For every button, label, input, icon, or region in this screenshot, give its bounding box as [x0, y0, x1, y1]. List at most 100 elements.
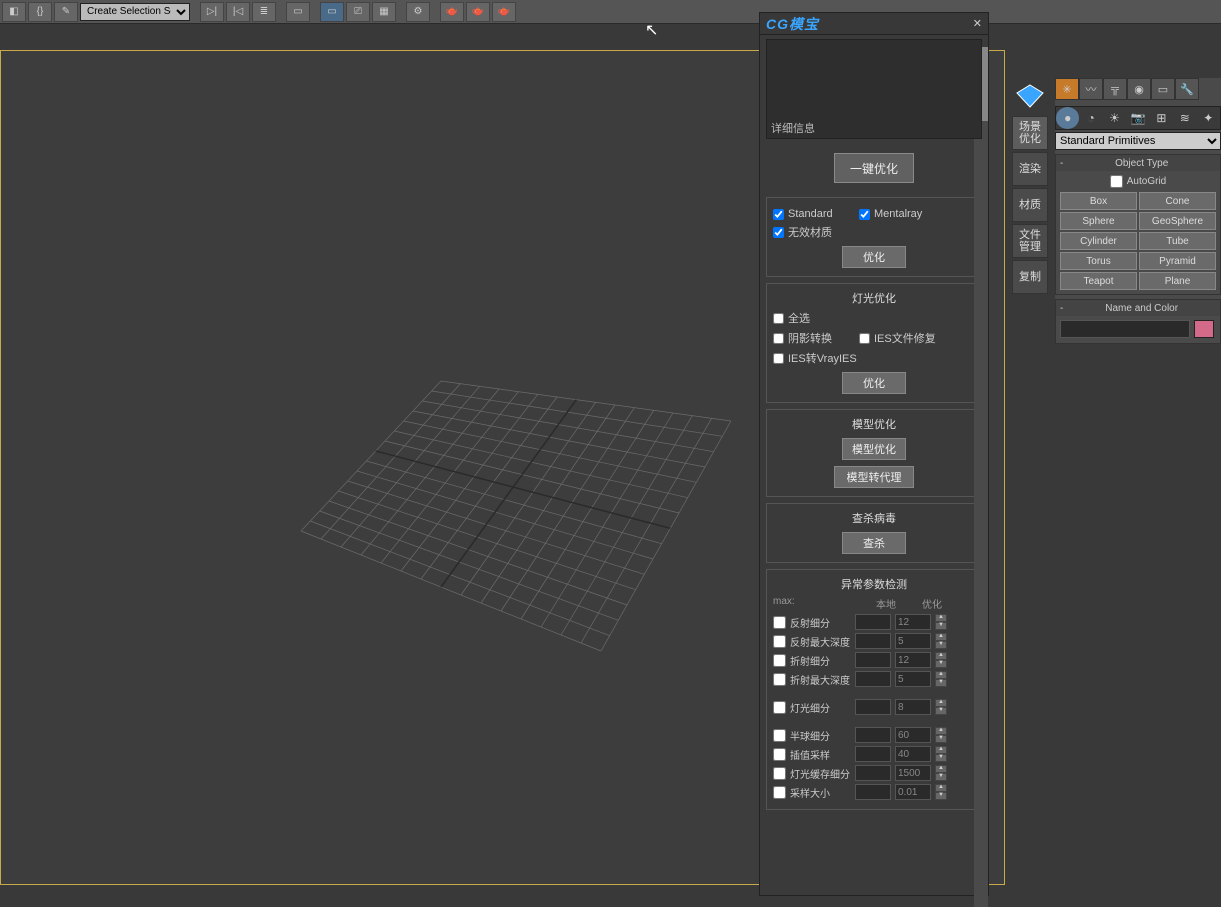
param-checkbox[interactable]: 插值采样 [773, 747, 851, 762]
param-checkbox[interactable]: 半球细分 [773, 728, 851, 743]
panel-titlebar[interactable]: CG模宝 ✕ [760, 13, 988, 35]
utilities-tab[interactable]: 🔧 [1175, 78, 1199, 100]
standard-checkbox[interactable]: Standard [773, 208, 853, 220]
param-checkbox[interactable]: 反射最大深度 [773, 634, 851, 649]
side-tab[interactable]: 复制 [1012, 260, 1048, 294]
display-tab[interactable]: ▭ [1151, 78, 1175, 100]
primitive-button[interactable]: Sphere [1060, 212, 1137, 230]
param-local-input[interactable] [855, 784, 891, 800]
render-setup-icon[interactable]: ⚙ [406, 2, 430, 22]
select-all-checkbox[interactable]: 全选 [773, 310, 853, 326]
param-checkbox[interactable]: 灯光缓存细分 [773, 766, 851, 781]
shapes-sub-icon[interactable]: ◔ [1079, 107, 1102, 129]
param-local-input[interactable] [855, 652, 891, 668]
spinner[interactable]: ▲▼ [935, 652, 947, 668]
space-warps-sub-icon[interactable]: ≋ [1173, 107, 1196, 129]
close-icon[interactable]: ✕ [973, 17, 982, 30]
primitive-button[interactable]: Plane [1139, 272, 1216, 290]
param-checkbox[interactable]: 折射最大深度 [773, 672, 851, 687]
teapot-icon[interactable]: 🫖 [492, 2, 516, 22]
selection-set-dropdown[interactable]: Create Selection Se [80, 3, 190, 21]
side-tab[interactable]: 材质 [1012, 188, 1048, 222]
param-local-input[interactable] [855, 671, 891, 687]
diamond-icon[interactable] [1012, 78, 1048, 114]
spinner[interactable]: ▲▼ [935, 727, 947, 743]
primitive-category-dropdown[interactable]: Standard Primitives [1055, 132, 1221, 150]
param-local-input[interactable] [855, 614, 891, 630]
render-icon[interactable]: 🫖 [440, 2, 464, 22]
ies-vray-checkbox[interactable]: IES转VrayIES [773, 350, 857, 366]
param-local-input[interactable] [855, 699, 891, 715]
param-opt-input[interactable] [895, 765, 931, 781]
param-checkbox[interactable]: 采样大小 [773, 785, 851, 800]
param-opt-input[interactable] [895, 699, 931, 715]
align-icon[interactable]: |◁ [226, 2, 250, 22]
tool-icon[interactable]: ✎ [54, 2, 78, 22]
systems-sub-icon[interactable]: ✦ [1197, 107, 1220, 129]
align-icon[interactable]: ≣ [252, 2, 276, 22]
material-editor-icon[interactable]: ▦ [372, 2, 396, 22]
optimize-material-button[interactable]: 优化 [842, 246, 906, 268]
lights-sub-icon[interactable]: ☀ [1103, 107, 1126, 129]
hierarchy-tab[interactable]: ╦ [1103, 78, 1127, 100]
spinner[interactable]: ▲▼ [935, 784, 947, 800]
model-proxy-button[interactable]: 模型转代理 [834, 466, 914, 488]
primitive-button[interactable]: Teapot [1060, 272, 1137, 290]
tool-icon[interactable]: {} [28, 2, 52, 22]
autogrid-checkbox[interactable] [1110, 175, 1123, 188]
param-opt-input[interactable] [895, 652, 931, 668]
param-local-input[interactable] [855, 633, 891, 649]
spinner[interactable]: ▲▼ [935, 765, 947, 781]
object-name-input[interactable] [1060, 320, 1190, 338]
helpers-sub-icon[interactable]: ⊞ [1150, 107, 1173, 129]
modify-tab[interactable]: 〰 [1079, 78, 1103, 100]
motion-tab[interactable]: ◉ [1127, 78, 1151, 100]
minus-icon[interactable]: - [1060, 303, 1063, 314]
minus-icon[interactable]: - [1060, 158, 1063, 169]
param-local-input[interactable] [855, 727, 891, 743]
invalid-material-checkbox[interactable]: 无效材质 [773, 224, 853, 240]
side-tab[interactable]: 文件管理 [1012, 224, 1048, 258]
side-tab[interactable]: 渲染 [1012, 152, 1048, 186]
model-optimize-button[interactable]: 模型优化 [842, 438, 906, 460]
primitive-button[interactable]: Tube [1139, 232, 1216, 250]
param-local-input[interactable] [855, 765, 891, 781]
tool-icon[interactable]: ◧ [2, 2, 26, 22]
param-opt-input[interactable] [895, 633, 931, 649]
param-opt-input[interactable] [895, 671, 931, 687]
layer-icon[interactable]: ▭ [286, 2, 310, 22]
curve-editor-icon[interactable]: ▭ [320, 2, 344, 22]
spinner[interactable]: ▲▼ [935, 614, 947, 630]
param-opt-input[interactable] [895, 746, 931, 762]
primitive-button[interactable]: Pyramid [1139, 252, 1216, 270]
param-local-input[interactable] [855, 746, 891, 762]
one-click-optimize-button[interactable]: 一键优化 [834, 153, 914, 183]
spinner[interactable]: ▲▼ [935, 699, 947, 715]
param-checkbox[interactable]: 折射细分 [773, 653, 851, 668]
primitive-button[interactable]: Torus [1060, 252, 1137, 270]
scrollbar[interactable] [974, 47, 988, 907]
object-color-swatch[interactable] [1194, 320, 1214, 338]
create-tab[interactable]: ✳ [1055, 78, 1079, 100]
spinner[interactable]: ▲▼ [935, 746, 947, 762]
mirror-icon[interactable]: ▷| [200, 2, 224, 22]
cameras-sub-icon[interactable]: 📷 [1126, 107, 1149, 129]
param-opt-input[interactable] [895, 614, 931, 630]
param-opt-input[interactable] [895, 784, 931, 800]
schematic-icon[interactable]: ⎚ [346, 2, 370, 22]
param-checkbox[interactable]: 灯光细分 [773, 700, 851, 715]
primitive-button[interactable]: GeoSphere [1139, 212, 1216, 230]
mentalray-checkbox[interactable]: Mentalray [859, 208, 939, 220]
ies-repair-checkbox[interactable]: IES文件修复 [859, 330, 939, 346]
optimize-light-button[interactable]: 优化 [842, 372, 906, 394]
param-opt-input[interactable] [895, 727, 931, 743]
side-tab[interactable]: 场景优化 [1012, 116, 1048, 150]
shadow-checkbox[interactable]: 阴影转换 [773, 330, 853, 346]
scan-virus-button[interactable]: 查杀 [842, 532, 906, 554]
param-checkbox[interactable]: 反射细分 [773, 615, 851, 630]
primitive-button[interactable]: Cylinder [1060, 232, 1137, 250]
geometry-sub-icon[interactable]: ● [1056, 107, 1079, 129]
teapot-icon[interactable]: 🫖 [466, 2, 490, 22]
primitive-button[interactable]: Box [1060, 192, 1137, 210]
primitive-button[interactable]: Cone [1139, 192, 1216, 210]
